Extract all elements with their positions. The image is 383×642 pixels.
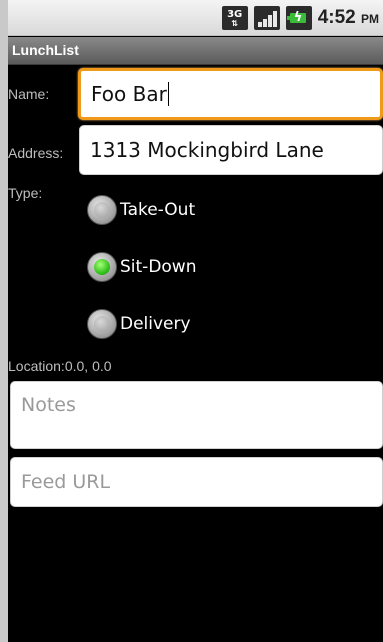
radio-delivery-label: Delivery	[120, 314, 191, 334]
location-row: Location:0.0, 0.0	[8, 358, 112, 374]
clock-ampm: PM	[361, 12, 379, 26]
name-label: Name:	[8, 86, 50, 102]
location-value: 0.0, 0.0	[64, 358, 112, 374]
radio-take-out-label: Take-Out	[120, 200, 196, 220]
battery-charging-icon: ϟ	[285, 6, 312, 30]
status-bar: 3G ⇅ ϟ 4:52 PM	[8, 0, 383, 36]
screen: 3G ⇅ ϟ 4:52 PM LunchList Name: Foo Bar A…	[8, 0, 383, 642]
text-cursor	[167, 82, 169, 106]
signal-strength-icon	[253, 6, 280, 30]
name-input-value: Foo Bar	[91, 82, 167, 106]
radio-button-selected-icon	[87, 252, 117, 282]
address-input[interactable]: 1313 Mockingbird Lane	[79, 125, 383, 175]
app-title: LunchList	[12, 42, 79, 58]
data-arrows-icon: ⇅	[231, 18, 239, 28]
notes-placeholder: Notes	[21, 394, 76, 416]
title-bar: LunchList	[8, 37, 383, 65]
radio-sit-down-label: Sit-Down	[120, 257, 197, 277]
network-type-label: 3G	[227, 8, 243, 20]
radio-delivery[interactable]: Delivery	[87, 309, 191, 339]
name-input[interactable]: Foo Bar	[78, 68, 383, 120]
status-icons: 3G ⇅ ϟ 4:52 PM	[221, 6, 379, 30]
notes-input[interactable]: Notes	[10, 381, 383, 449]
address-label: Address:	[8, 145, 64, 161]
network-3g-icon: 3G ⇅	[221, 6, 248, 30]
radio-button-icon	[87, 309, 117, 339]
clock-time: 4:52	[317, 7, 356, 28]
radio-take-out[interactable]: Take-Out	[87, 195, 195, 225]
location-label: Location:	[8, 358, 65, 374]
status-time: 4:52 PM	[318, 7, 379, 29]
radio-sit-down[interactable]: Sit-Down	[87, 252, 196, 282]
feed-url-placeholder: Feed URL	[21, 471, 111, 493]
feed-url-input[interactable]: Feed URL	[10, 457, 383, 507]
device-frame: 3G ⇅ ϟ 4:52 PM LunchList Name: Foo Bar A…	[0, 0, 383, 642]
type-label: Type:	[8, 185, 43, 201]
address-input-value: 1313 Mockingbird Lane	[90, 138, 324, 162]
radio-button-icon	[87, 195, 117, 225]
